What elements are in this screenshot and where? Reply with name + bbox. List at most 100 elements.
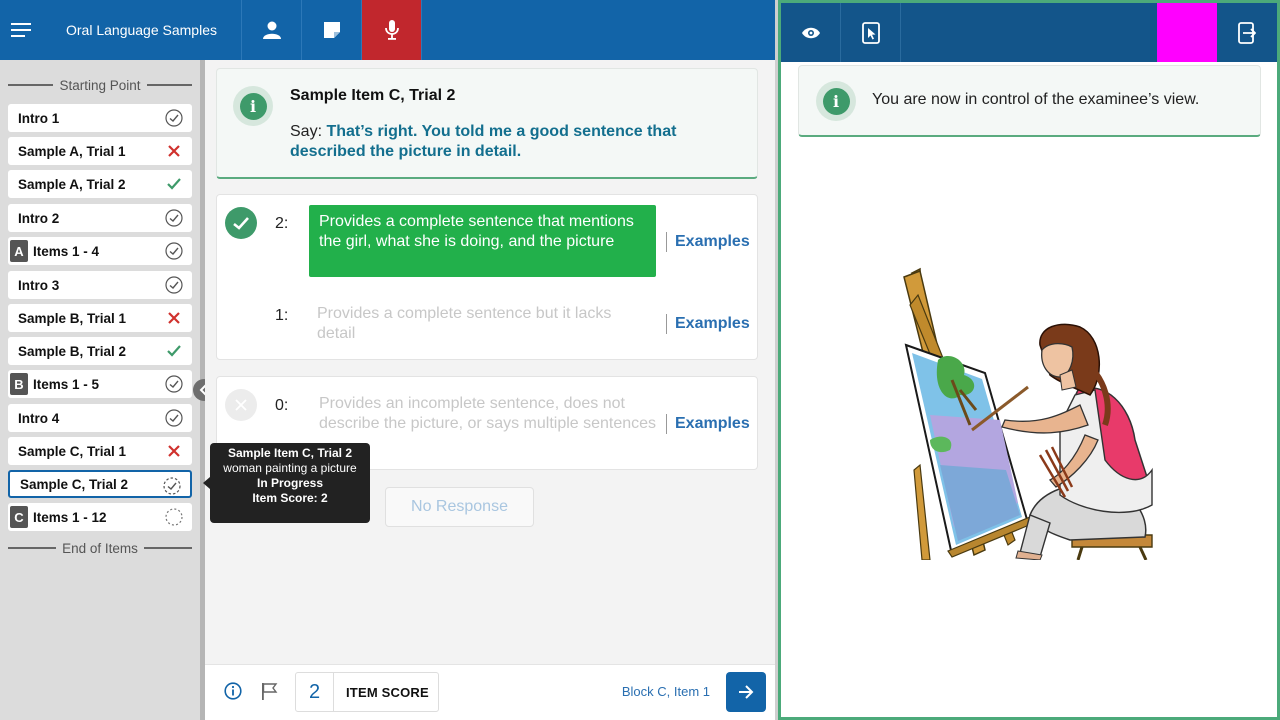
- sidebar-item-intro-3[interactable]: Intro 3: [8, 271, 192, 299]
- sidebar-item-sample-a-trial-1[interactable]: Sample A, Trial 1: [8, 137, 192, 165]
- sidebar-item-sample-c-trial-2[interactable]: Sample C, Trial 2: [8, 470, 192, 498]
- sidebar-item-label: Intro 2: [18, 210, 60, 226]
- block-badge: B: [10, 373, 28, 395]
- tooltip-score: Item Score: 2: [252, 491, 328, 505]
- item-title: Sample Item C, Trial 2: [290, 87, 456, 104]
- sidebar-item-label: Sample C, Trial 1: [18, 443, 127, 459]
- score-1-examples-link[interactable]: Examples: [666, 314, 750, 334]
- arrow-right-icon: [739, 685, 754, 699]
- control-notice-text: You are now in control of the examinee’s…: [872, 91, 1200, 108]
- sidebar-item-label: Intro 1: [18, 110, 60, 126]
- menu-icon: [11, 23, 31, 37]
- user-icon: [262, 21, 281, 39]
- flag-icon: [262, 683, 278, 700]
- item-score-value: 2: [296, 673, 334, 711]
- note-icon: [323, 22, 340, 38]
- notes-button[interactable]: [302, 0, 362, 60]
- sidebar-item-label: Sample A, Trial 1: [18, 143, 126, 159]
- item-info-button[interactable]: [224, 682, 242, 705]
- menu-button[interactable]: [0, 0, 42, 60]
- sidebar-item-block-c[interactable]: C Items 1 - 12: [8, 503, 192, 531]
- exit-examinee-view-button[interactable]: [1217, 3, 1277, 62]
- complete-icon: [164, 374, 184, 394]
- flag-item-button[interactable]: [260, 682, 278, 705]
- tablet-pointer-icon: [861, 21, 880, 44]
- score-2-criterion[interactable]: Provides a complete sentence that mentio…: [309, 205, 656, 277]
- end-of-items-label: End of Items: [62, 540, 138, 556]
- complete-icon: [164, 408, 184, 428]
- sidebar-item-sample-c-trial-1[interactable]: Sample C, Trial 1: [8, 437, 192, 465]
- end-of-items-marker: End of Items: [8, 539, 193, 557]
- sidebar-item-label: Sample A, Trial 2: [18, 176, 126, 192]
- say-prefix: Say:: [290, 123, 323, 140]
- block-badge: A: [10, 240, 28, 262]
- next-item-button[interactable]: [726, 672, 766, 712]
- tooltip-description: woman painting a picture: [223, 461, 357, 475]
- complete-icon: [164, 275, 184, 295]
- sidebar-item-intro-1[interactable]: Intro 1: [8, 104, 192, 132]
- starting-point-marker: Starting Point: [8, 76, 193, 94]
- item-score-display: 2 ITEM SCORE: [295, 672, 439, 712]
- no-response-button[interactable]: No Response: [385, 487, 534, 527]
- item-score-label: ITEM SCORE: [346, 684, 429, 700]
- sidebar-item-sample-b-trial-1[interactable]: Sample B, Trial 1: [8, 304, 192, 332]
- check-icon: [233, 216, 249, 230]
- block-badge: C: [10, 506, 28, 528]
- control-examinee-button[interactable]: [841, 3, 901, 62]
- score-1-points: 1:: [275, 307, 289, 324]
- info-icon: i: [239, 92, 267, 120]
- sidebar-item-intro-4[interactable]: Intro 4: [8, 404, 192, 432]
- item-instruction-card: i Sample Item C, Trial 2 Say: That’s rig…: [216, 68, 758, 179]
- score-0-button[interactable]: [225, 389, 257, 421]
- microphone-icon: [384, 20, 399, 40]
- sidebar-item-sample-a-trial-2[interactable]: Sample A, Trial 2: [8, 170, 192, 198]
- score-0-criterion[interactable]: Provides an incomplete sentence, does no…: [319, 394, 657, 434]
- sidebar-item-label: Intro 3: [18, 277, 60, 293]
- stimulus-image-woman-painting: [903, 267, 1153, 560]
- sidebar-item-label: Sample B, Trial 1: [18, 310, 127, 326]
- starting-point-label: Starting Point: [59, 77, 141, 93]
- correct-icon: [164, 341, 184, 361]
- correct-icon: [164, 174, 184, 194]
- incorrect-icon: [164, 141, 184, 161]
- control-notice-card: i You are now in control of the examinee…: [798, 65, 1261, 137]
- incorrect-icon: [164, 441, 184, 461]
- info-badge: i: [233, 86, 273, 126]
- sidebar-item-label: Items 1 - 5: [33, 376, 100, 392]
- score-2-check-button[interactable]: [225, 207, 257, 239]
- sidebar-item-intro-2[interactable]: Intro 2: [8, 204, 192, 232]
- tooltip-status: In Progress: [256, 476, 324, 490]
- incorrect-icon: [164, 308, 184, 328]
- highlight-marker: [1157, 3, 1217, 62]
- score-2-points: 2:: [275, 215, 289, 232]
- close-icon: [235, 399, 247, 411]
- complete-icon: [164, 208, 184, 228]
- not-started-icon: [164, 507, 184, 527]
- app-title: Oral Language Samples: [42, 0, 242, 60]
- complete-icon: [164, 241, 184, 261]
- eye-icon: [801, 27, 820, 38]
- info-outline-icon: [224, 682, 242, 700]
- examiner-script: Say: That’s right. You told me a good se…: [290, 122, 730, 162]
- score-0-examples-link[interactable]: Examples: [666, 414, 750, 434]
- sidebar-item-block-b[interactable]: B Items 1 - 5: [8, 370, 192, 398]
- preview-button[interactable]: [781, 3, 841, 62]
- complete-icon: [164, 108, 184, 128]
- sidebar-item-block-a[interactable]: A Items 1 - 4: [8, 237, 192, 265]
- in-progress-icon: [162, 476, 182, 496]
- record-button[interactable]: [362, 0, 422, 60]
- sidebar-item-sample-b-trial-2[interactable]: Sample B, Trial 2: [8, 337, 192, 365]
- block-item-indicator: Block C, Item 1: [621, 684, 710, 699]
- sidebar-item-label: Sample C, Trial 2: [20, 476, 129, 492]
- sidebar-item-label: Intro 4: [18, 410, 60, 426]
- score-2-examples-link[interactable]: Examples: [666, 232, 750, 252]
- sidebar-item-label: Items 1 - 12: [33, 509, 107, 525]
- examinee-info-button[interactable]: [242, 0, 302, 60]
- tooltip-title: Sample Item C, Trial 2: [227, 446, 353, 460]
- tooltip-arrow: [203, 477, 210, 489]
- sidebar-item-label: Sample B, Trial 2: [18, 343, 127, 359]
- info-icon: i: [822, 87, 850, 115]
- say-text: That’s right. You told me a good sentenc…: [290, 123, 677, 160]
- score-1-criterion[interactable]: Provides a complete sentence but it lack…: [317, 304, 652, 344]
- sidebar-item-label: Items 1 - 4: [33, 243, 100, 259]
